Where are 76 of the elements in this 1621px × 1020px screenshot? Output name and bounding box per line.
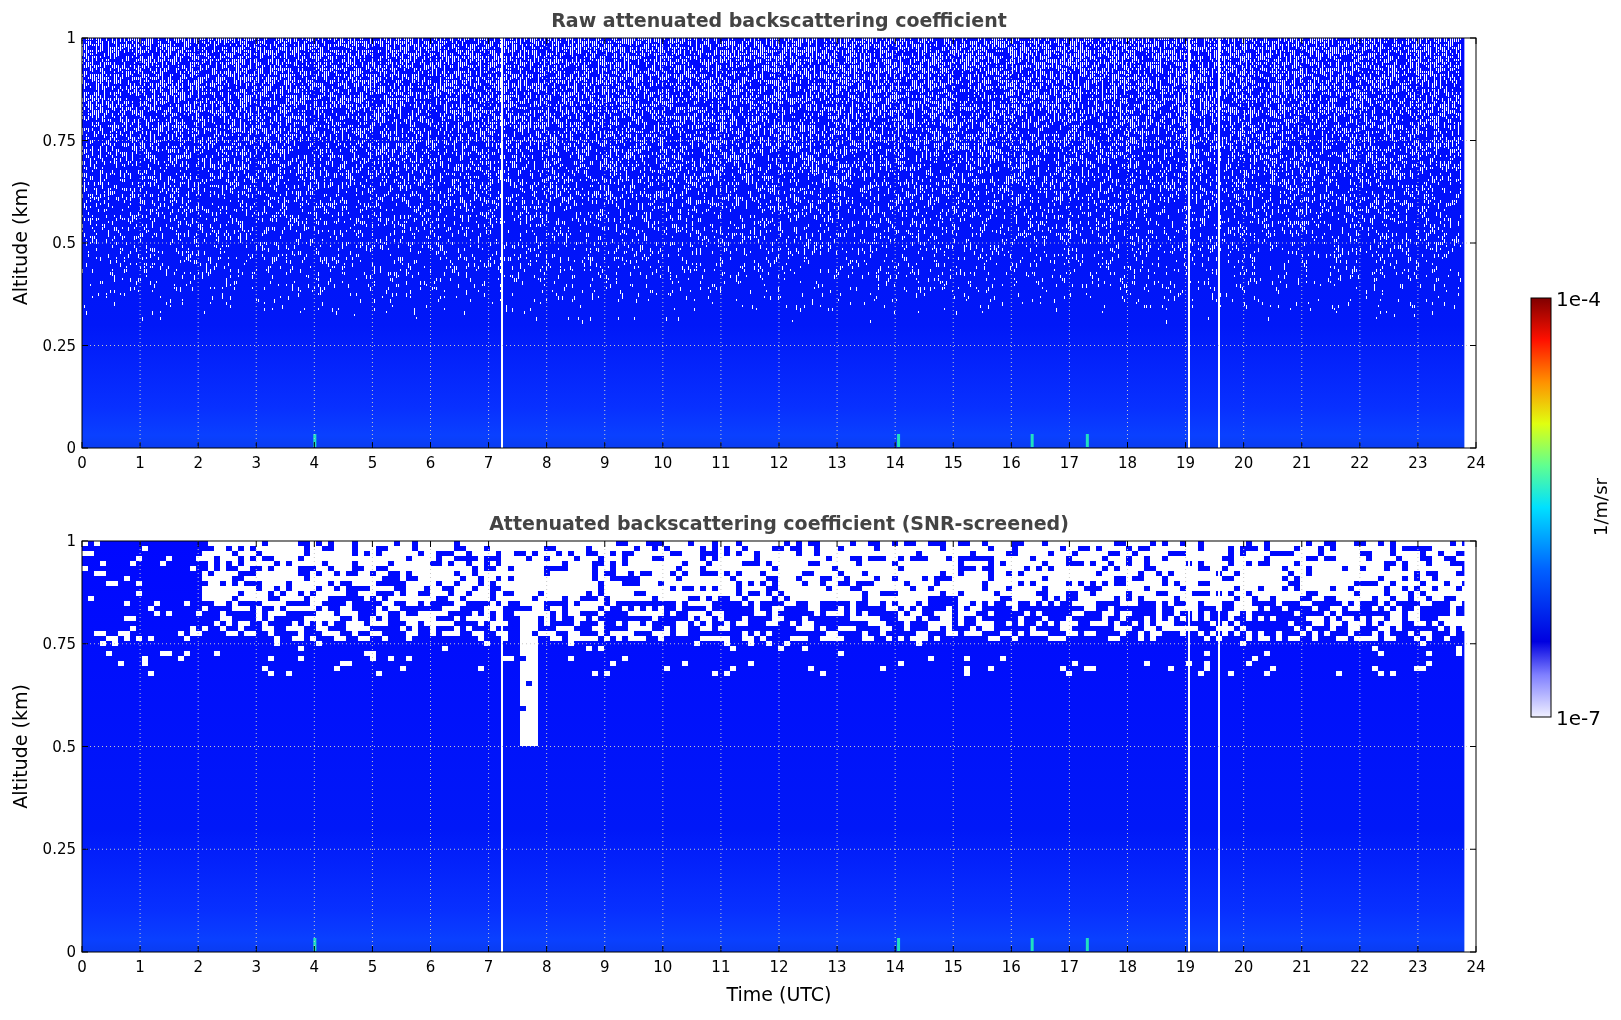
x-tick-label: 17: [1059, 454, 1079, 472]
x-tick-label: 8: [541, 454, 552, 472]
x-tick-label: 9: [600, 454, 610, 472]
x-tick-label: 5: [367, 958, 378, 976]
x-tick-label: 12: [769, 454, 789, 472]
x-tick-label: 1: [135, 958, 145, 976]
y-tick-label: 1: [66, 29, 76, 47]
x-tick-label: 19: [1176, 454, 1196, 472]
x-tick-label: 16: [1001, 454, 1021, 472]
y-axis-label: Altitude (km): [9, 180, 31, 306]
x-tick-label: 21: [1292, 958, 1312, 976]
x-tick-label: 18: [1117, 454, 1138, 472]
x-tick-label: 7: [483, 454, 494, 472]
x-tick-label: 24: [1466, 958, 1486, 976]
x-tick-label: 4: [309, 958, 320, 976]
x-tick-label: 6: [425, 958, 436, 976]
y-tick-label: 0.5: [52, 737, 76, 756]
x-tick-label: 15: [943, 454, 963, 472]
chart-title: Raw attenuated backscattering coefficient: [551, 9, 1007, 31]
x-tick-label: 1: [135, 454, 145, 472]
x-tick-label: 13: [827, 454, 847, 472]
x-tick-label: 24: [1466, 454, 1486, 472]
signal-spike: [1030, 434, 1034, 447]
x-tick-label: 17: [1059, 958, 1079, 976]
x-tick-label: 10: [653, 958, 673, 976]
x-tick-label: 5: [367, 454, 378, 472]
y-tick-label: 0: [66, 943, 76, 961]
y-tick-label: 0.25: [42, 336, 76, 355]
signal-spike: [897, 434, 901, 447]
y-tick-label: 0.75: [42, 131, 76, 150]
x-tick-label: 11: [711, 454, 731, 472]
x-tick-label: 13: [827, 958, 847, 976]
signal-spike: [1085, 434, 1089, 447]
x-tick-label: 3: [251, 958, 261, 976]
x-tick-label: 4: [309, 454, 320, 472]
x-tick-label: 20: [1234, 454, 1254, 472]
x-axis-label: Time (UTC): [726, 983, 832, 1005]
signal-spike: [897, 938, 901, 951]
x-tick-label: 10: [653, 454, 673, 472]
x-tick-label: 12: [769, 958, 789, 976]
y-tick-label: 0.25: [42, 840, 76, 859]
x-tick-label: 23: [1408, 454, 1428, 472]
x-tick-label: 18: [1117, 958, 1138, 976]
x-tick-label: 2: [193, 958, 203, 976]
x-tick-label: 3: [251, 454, 261, 472]
x-tick-label: 7: [483, 958, 494, 976]
x-tick-label: 0: [77, 454, 87, 472]
chart-title: Attenuated backscattering coefficient (SNR-screened): [489, 512, 1069, 534]
x-tick-label: 21: [1292, 454, 1312, 472]
x-tick-label: 14: [885, 958, 905, 976]
colorbar-min-label: 1e-7: [1556, 706, 1601, 730]
x-tick-label: 11: [711, 958, 731, 976]
colorbar-label: 1/m/sr: [1590, 478, 1611, 536]
y-tick-label: 0: [66, 439, 76, 457]
signal-spike: [1030, 938, 1034, 951]
y-axis-label: Altitude (km): [9, 684, 31, 809]
signal-spike: [1085, 938, 1089, 951]
signal-spike: [313, 434, 317, 447]
x-tick-label: 22: [1350, 454, 1370, 472]
colorbar-max-label: 1e-4: [1556, 287, 1601, 311]
signal-spike: [313, 938, 317, 951]
x-tick-label: 8: [541, 958, 552, 976]
x-tick-label: 15: [943, 958, 963, 976]
x-tick-label: 20: [1234, 958, 1254, 976]
x-tick-label: 0: [77, 958, 87, 976]
x-tick-label: 14: [885, 454, 905, 472]
y-tick-label: 0.75: [42, 634, 76, 653]
x-tick-label: 9: [600, 958, 610, 976]
x-tick-label: 2: [193, 454, 203, 472]
y-tick-label: 1: [66, 532, 76, 550]
y-tick-label: 0.5: [52, 234, 76, 252]
x-tick-label: 16: [1001, 958, 1021, 976]
x-tick-label: 23: [1408, 958, 1428, 976]
x-tick-label: 22: [1350, 958, 1370, 976]
x-tick-label: 6: [425, 454, 436, 472]
x-tick-label: 19: [1176, 958, 1196, 976]
